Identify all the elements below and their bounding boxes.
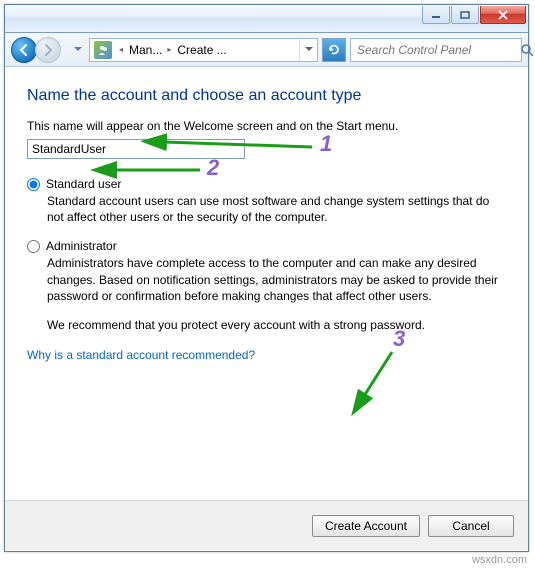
breadcrumb-segment-1[interactable]: Man... ▸ (126, 39, 174, 61)
account-name-input[interactable] (27, 139, 245, 159)
watermark: wsxdn.com (472, 554, 527, 566)
breadcrumb-text: Create ... (177, 43, 226, 57)
option-administrator: Administrator Administrators have comple… (27, 239, 506, 304)
window-frame: ◂ Man... ▸ Create ... Name the account a… (4, 4, 529, 552)
page-heading: Name the account and choose an account t… (27, 87, 506, 105)
option-description: Administrators have complete access to t… (47, 255, 506, 304)
nav-bar: ◂ Man... ▸ Create ... (5, 33, 528, 67)
option-standard-user: Standard user Standard account users can… (27, 177, 506, 225)
button-bar: Create Account Cancel (5, 500, 528, 551)
option-label: Standard user (46, 177, 121, 191)
nav-back-forward (11, 37, 67, 63)
forward-button[interactable] (35, 37, 61, 63)
refresh-button[interactable] (322, 38, 346, 62)
intro-text: This name will appear on the Welcome scr… (27, 119, 506, 133)
breadcrumb-prev-chevron[interactable]: ◂ (116, 39, 126, 61)
option-label: Administrator (46, 239, 117, 253)
option-description: Standard account users can use most soft… (47, 193, 506, 225)
chevron-right-icon: ▸ (167, 45, 171, 54)
nav-history-dropdown[interactable] (71, 38, 85, 62)
content-area: Name the account and choose an account t… (5, 67, 528, 374)
radio-administrator[interactable] (27, 240, 40, 253)
user-accounts-icon (94, 41, 112, 59)
radio-standard-user[interactable] (27, 178, 40, 191)
search-input[interactable] (351, 43, 520, 57)
title-bar (5, 5, 528, 33)
minimize-button[interactable] (422, 6, 450, 24)
search-box[interactable] (350, 38, 522, 62)
back-button[interactable] (11, 37, 37, 63)
close-button[interactable] (480, 6, 526, 24)
maximize-button[interactable] (451, 6, 479, 24)
account-type-options: Standard user Standard account users can… (27, 177, 506, 332)
breadcrumb-segment-2[interactable]: Create ... (174, 39, 229, 61)
password-recommendation: We recommend that you protect every acco… (47, 318, 506, 332)
breadcrumb-text: Man... (129, 43, 162, 57)
why-standard-link[interactable]: Why is a standard account recommended? (27, 348, 255, 362)
create-account-button[interactable]: Create Account (312, 515, 420, 537)
cancel-button[interactable]: Cancel (428, 515, 514, 537)
search-icon[interactable] (520, 39, 534, 61)
address-dropdown[interactable] (299, 39, 317, 61)
address-bar[interactable]: ◂ Man... ▸ Create ... (89, 38, 318, 62)
